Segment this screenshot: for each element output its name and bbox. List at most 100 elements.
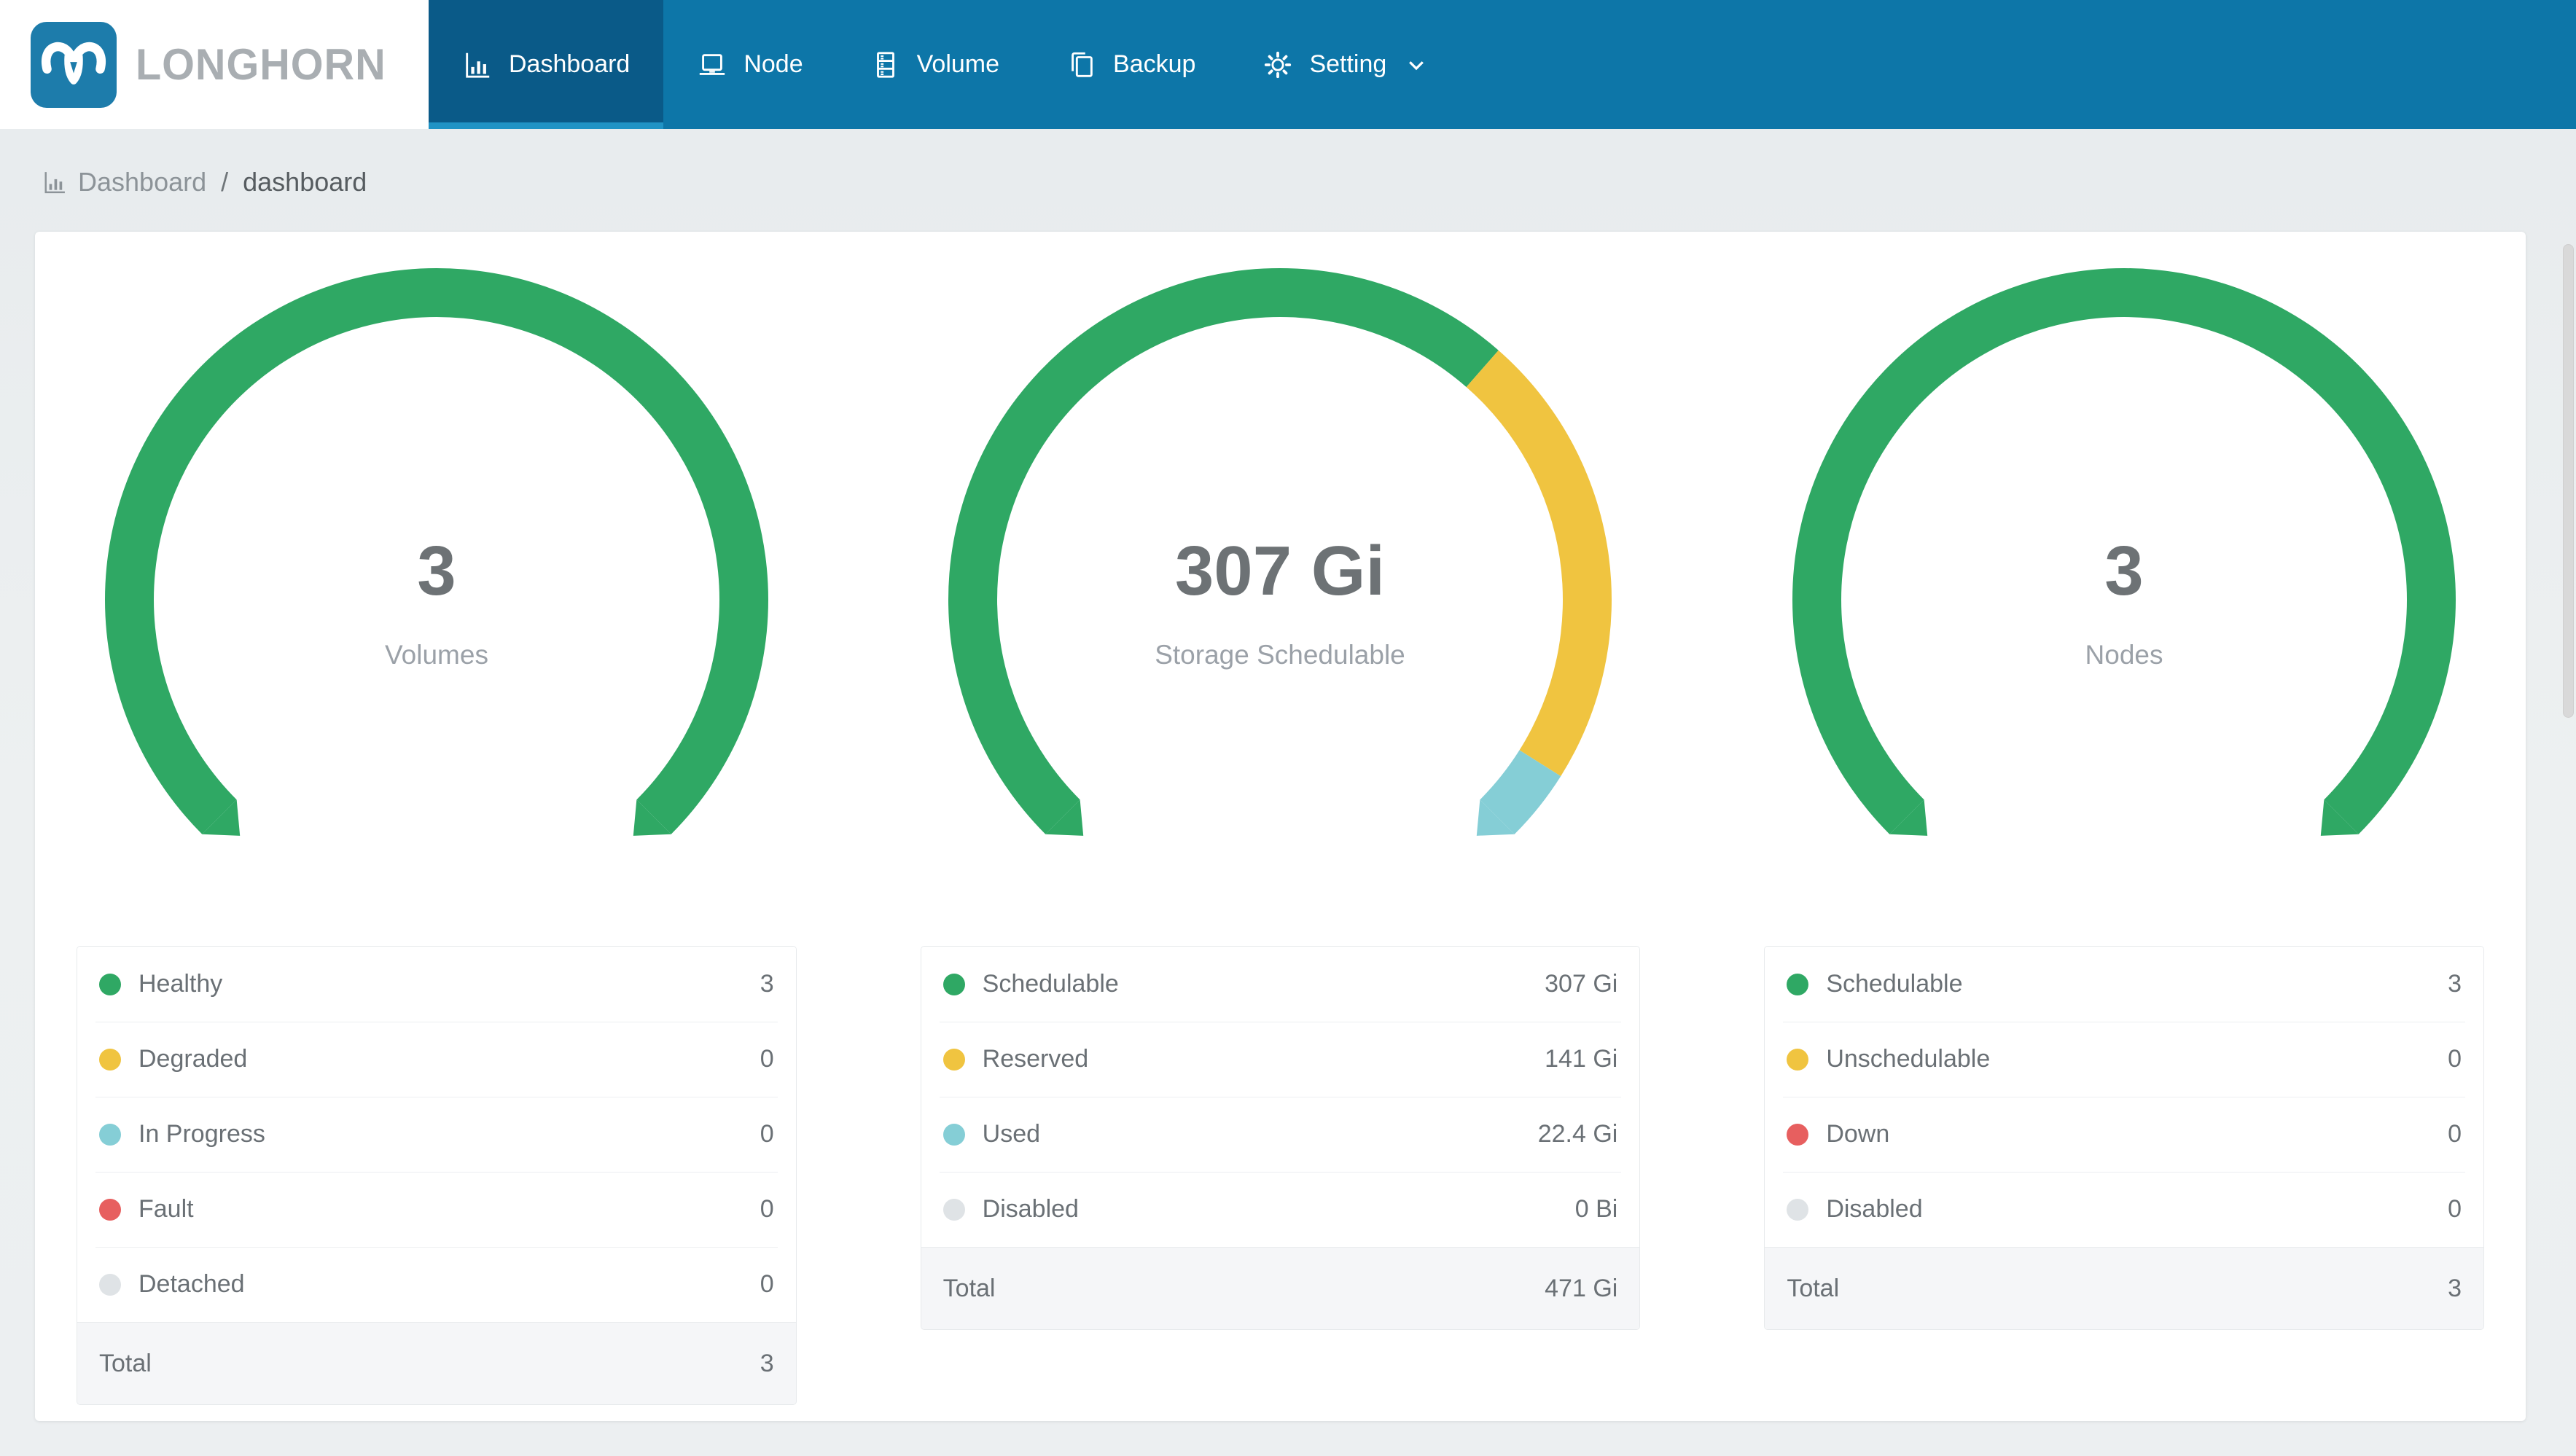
legend-row-disabled: Disabled 0 Bi	[921, 1172, 1640, 1247]
nav-item-node[interactable]: Node	[663, 0, 836, 129]
gear-icon	[1262, 50, 1293, 80]
legend-label: Disabled	[982, 1195, 1079, 1223]
vertical-scrollbar-thumb[interactable]	[2563, 244, 2574, 718]
status-dot-green	[99, 973, 121, 995]
longhorn-dashboard-page: LONGHORN Dashboard Node Volume Backup Settin…	[0, 0, 2576, 1456]
nav-item-label: Dashboard	[509, 50, 631, 78]
legend-value: 22.4 Gi	[1537, 1120, 1618, 1148]
legend-value: 3	[760, 970, 774, 998]
gauge-center-value: 3	[417, 532, 456, 610]
gauge-center-value: 307 Gi	[1175, 532, 1385, 610]
nav-item-backup[interactable]: Backup	[1033, 0, 1229, 129]
laptop-icon	[697, 50, 727, 80]
legend-label: In Progress	[138, 1120, 265, 1148]
status-dot-yellow	[942, 1048, 965, 1071]
top-navbar: LONGHORN Dashboard Node Volume Backup Settin…	[0, 0, 2576, 129]
chevron-down-icon	[1405, 54, 1427, 76]
longhorn-bull-icon	[31, 21, 117, 108]
legend-value: 0	[760, 1045, 774, 1073]
gauge-storage-schedulable: 307 Gi Storage Schedulable	[937, 257, 1623, 855]
legend-row-schedulable: Schedulable 307 Gi	[921, 947, 1640, 1022]
total-value: 3	[2448, 1274, 2462, 1302]
legend-row-degraded: Degraded 0	[77, 1022, 796, 1097]
legend-label: Degraded	[138, 1045, 248, 1073]
status-dot-green	[1787, 973, 1809, 995]
status-dot-red	[99, 1198, 121, 1221]
legend-total-row: Total 471 Gi	[921, 1247, 1640, 1329]
chart-column-2: 3 Nodes Schedulable 3 Unschedulable 0 Down 0 Dis…	[1764, 257, 2484, 1405]
nav-item-label: Setting	[1309, 50, 1387, 78]
breadcrumb-section[interactable]: Dashboard	[78, 167, 206, 197]
breadcrumb: Dashboard / dashboard	[0, 129, 2576, 197]
legend-row-fault: Fault 0	[77, 1172, 796, 1247]
nav-item-label: Backup	[1113, 50, 1196, 78]
legend-value: 0 Bi	[1574, 1195, 1618, 1223]
gauge-center-value: 3	[2104, 532, 2143, 610]
nav-item-setting[interactable]: Setting	[1229, 0, 1461, 129]
legend-row-unschedulable: Unschedulable 0	[1765, 1022, 2483, 1097]
legend-value: 141 Gi	[1545, 1045, 1618, 1073]
total-value: 3	[760, 1349, 774, 1377]
bar-chart-icon	[42, 169, 68, 195]
legend-row-disabled: Disabled 0	[1765, 1172, 2483, 1247]
legend-value: 3	[2448, 970, 2462, 998]
legend-label: Used	[982, 1120, 1041, 1148]
status-dot-gray	[1787, 1198, 1809, 1221]
legend-row-reserved: Reserved 141 Gi	[921, 1022, 1640, 1097]
main-nav: Dashboard Node Volume Backup Setting	[429, 0, 1461, 129]
gauge-volumes: 3 Volumes	[94, 257, 779, 855]
legend-value: 0	[760, 1120, 774, 1148]
legend-value: 0	[2448, 1120, 2462, 1148]
legend-value: 0	[760, 1195, 774, 1223]
legend-value: 307 Gi	[1545, 970, 1618, 998]
legend-value: 0	[2448, 1045, 2462, 1073]
nav-item-dashboard[interactable]: Dashboard	[429, 0, 664, 129]
chart-column-0: 3 Volumes Healthy 3 Degraded 0 In Progress 0 Fau…	[77, 257, 797, 1405]
breadcrumb-page: dashboard	[243, 167, 367, 197]
total-label: Total	[99, 1349, 152, 1377]
brand-logo[interactable]: LONGHORN	[0, 0, 429, 129]
legend-row-schedulable: Schedulable 3	[1765, 947, 2483, 1022]
legend-table-2: Schedulable 3 Unschedulable 0 Down 0 Disabled 0…	[1764, 946, 2484, 1330]
gauge-center-label: Volumes	[385, 640, 488, 670]
nav-item-label: Volume	[916, 50, 1000, 78]
legend-label: Healthy	[138, 970, 223, 998]
legend-label: Schedulable	[1826, 970, 1963, 998]
nav-item-volume[interactable]: Volume	[837, 0, 1033, 129]
legend-total-row: Total 3	[1765, 1247, 2483, 1329]
gauge-center-label: Storage Schedulable	[1155, 640, 1406, 670]
status-dot-yellow	[1787, 1048, 1809, 1071]
legend-row-healthy: Healthy 3	[77, 947, 796, 1022]
legend-table-0: Healthy 3 Degraded 0 In Progress 0 Fault 0 Detac…	[77, 946, 797, 1405]
copy-icon	[1066, 50, 1097, 80]
chart-column-1: 307 Gi Storage Schedulable Schedulable 307 …	[920, 257, 1641, 1405]
legend-label: Unschedulable	[1826, 1045, 1991, 1073]
gauge-nodes: 3 Nodes	[1781, 257, 2467, 855]
breadcrumb-separator: /	[221, 167, 229, 197]
bar-chart-icon	[462, 50, 493, 80]
legend-label: Detached	[138, 1270, 245, 1298]
status-dot-red	[1787, 1123, 1809, 1146]
server-icon	[870, 50, 901, 80]
legend-label: Down	[1826, 1120, 1890, 1148]
total-label: Total	[1787, 1274, 1840, 1302]
status-dot-gray	[99, 1273, 121, 1296]
status-dot-green	[942, 973, 965, 995]
legend-total-row: Total 3	[77, 1322, 796, 1404]
legend-row-down: Down 0	[1765, 1097, 2483, 1172]
status-dot-gray	[942, 1198, 965, 1221]
dashboard-card: 3 Volumes Healthy 3 Degraded 0 In Progress 0 Fau…	[35, 232, 2526, 1421]
legend-row-detached: Detached 0	[77, 1247, 796, 1322]
brand-name: LONGHORN	[136, 40, 386, 89]
gauge-center-label: Nodes	[2085, 640, 2163, 670]
total-value: 471 Gi	[1545, 1274, 1618, 1302]
legend-value: 0	[760, 1270, 774, 1298]
status-dot-teal	[99, 1123, 121, 1146]
total-label: Total	[942, 1274, 996, 1302]
nav-item-label: Node	[743, 50, 803, 78]
legend-label: Disabled	[1826, 1195, 1923, 1223]
legend-row-used: Used 22.4 Gi	[921, 1097, 1640, 1172]
gauge-segment-reserved	[1467, 350, 1612, 777]
status-dot-yellow	[99, 1048, 121, 1071]
status-dot-teal	[942, 1123, 965, 1146]
